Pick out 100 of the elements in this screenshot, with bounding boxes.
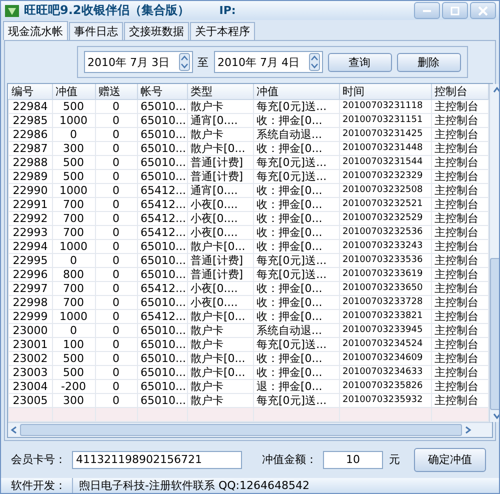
table-cell: 65412... [137,310,187,324]
table-cell: 收：押金[0... [253,212,339,226]
table-cell: 20100703232529 [339,212,431,226]
table-cell: 22994 [8,240,52,254]
table-cell: 20100703232329 [339,170,431,184]
app-icon [4,2,20,19]
tab[interactable]: 关于本程序 [190,22,255,40]
table-cell: 散户卡[0... [187,310,253,324]
table-cell: 小夜[0.... [187,212,253,226]
table-cell: 主控制台 [431,366,488,380]
table-cell: 20100703233728 [339,296,431,310]
table-cell: 普通[计费] [187,268,253,282]
table-cell: 通宵[0.... [187,114,253,128]
table-cell: 收：押金[0... [253,310,339,324]
table-cell: 0 [95,198,137,212]
tab[interactable]: 事件日志 [69,22,123,40]
table-cell: 0 [95,212,137,226]
table-cell: 主控制台 [431,296,488,310]
table-cell: 每充[0元]送... [253,338,339,352]
table-cell: 主控制台 [431,198,488,212]
table-cell: 65010... [137,352,187,366]
table-cell: 收：押金[0... [253,226,339,240]
table-cell: 系统自动退... [253,128,339,142]
table-cell: 散户卡[0... [187,352,253,366]
tab[interactable]: 交接班数据 [124,22,189,40]
confirm-recharge-button[interactable]: 确定冲值 [414,448,486,472]
table-cell: 收：押金[0... [253,352,339,366]
column-header[interactable]: 时间 [339,84,431,100]
ip-label: IP: [219,4,236,18]
table-cell: 每充[0元]送... [253,100,339,114]
date-field[interactable]: 2010年 7月 3日 [84,51,192,74]
maximize-button[interactable] [442,2,468,20]
column-header[interactable]: 赠送 [95,84,137,100]
card-number-field[interactable]: 411321198902156721 [72,450,242,469]
table-cell: 65010... [137,296,187,310]
table-cell: 65010... [137,156,187,170]
table-cell: 0 [95,352,137,366]
table-cell: 0 [95,240,137,254]
spinner-icon [308,53,320,72]
table-cell: 1000 [52,114,95,128]
table-cell: 65412... [137,198,187,212]
table-cell: 散户卡 [187,324,253,338]
column-header[interactable]: 冲值 [52,84,95,100]
delete-button[interactable]: 删除 [396,52,460,72]
column-header[interactable]: 冲值 [253,84,339,100]
table-cell: 20100703233945 [339,324,431,338]
table-cell: 22997 [8,282,52,296]
table-cell: 退：押金[0... [253,380,339,394]
table-cell: 22991 [8,198,52,212]
scroll-thumb[interactable] [20,424,462,436]
column-header[interactable]: 类型 [187,84,253,100]
table-cell: 23002 [8,352,52,366]
table-cell: 65010... [137,338,187,352]
table-cell: 0 [95,100,137,114]
table-cell: 主控制台 [431,142,488,156]
table-cell: 20100703233821 [339,310,431,324]
table-cell: 0 [52,128,95,142]
table-cell: 500 [52,100,95,114]
table-cell: 0 [95,142,137,156]
table-cell: 65412... [137,184,187,198]
unit-label: 元 [389,452,400,468]
table-cell: 65010... [137,324,187,338]
table-cell: 0 [95,296,137,310]
vertical-scrollbar[interactable] [488,84,499,422]
table-cell: 65010... [137,366,187,380]
table-cell: 22998 [8,296,52,310]
table-cell: 主控制台 [431,310,488,324]
table-cell: 主控制台 [431,268,488,282]
table-cell: 主控制台 [431,100,488,114]
amount-field[interactable]: 10 [323,450,383,469]
table-cell: 散户卡[0... [187,142,253,156]
table-cell: 700 [52,296,95,310]
table-cell: 22992 [8,212,52,226]
table-cell: 每充[0元]送... [253,170,339,184]
table-cell: 0 [95,170,137,184]
table-cell: 收：押金[0... [253,198,339,212]
table-cell: 65010... [137,240,187,254]
table-cell: 20100703233619 [339,268,431,282]
table-cell: 22984 [8,100,52,114]
table-cell: 23001 [8,338,52,352]
table-cell: 每充[0元]送... [253,268,339,282]
close-button[interactable] [470,2,496,20]
table-cell: 主控制台 [431,240,488,254]
column-header[interactable]: 控制台 [431,84,488,100]
query-button[interactable]: 查询 [328,52,392,72]
column-header[interactable]: 编号 [8,84,52,100]
horizontal-scrollbar[interactable] [8,422,492,438]
table-cell: 20100703232521 [339,198,431,212]
column-header[interactable]: 帐号 [137,84,187,100]
table-cell: 23000 [8,324,52,338]
table-cell: 22995 [8,254,52,268]
table-cell: 主控制台 [431,184,488,198]
minimize-button[interactable] [414,2,440,20]
table-cell: 0 [95,366,137,380]
tab[interactable]: 现金流水帐 [3,21,68,40]
table-cell: 20100703233536 [339,254,431,268]
date-field[interactable]: 2010年 7月 4日 [214,51,322,74]
table-cell: 65010... [137,142,187,156]
table-cell: 0 [95,156,137,170]
table-cell: 主控制台 [431,226,488,240]
